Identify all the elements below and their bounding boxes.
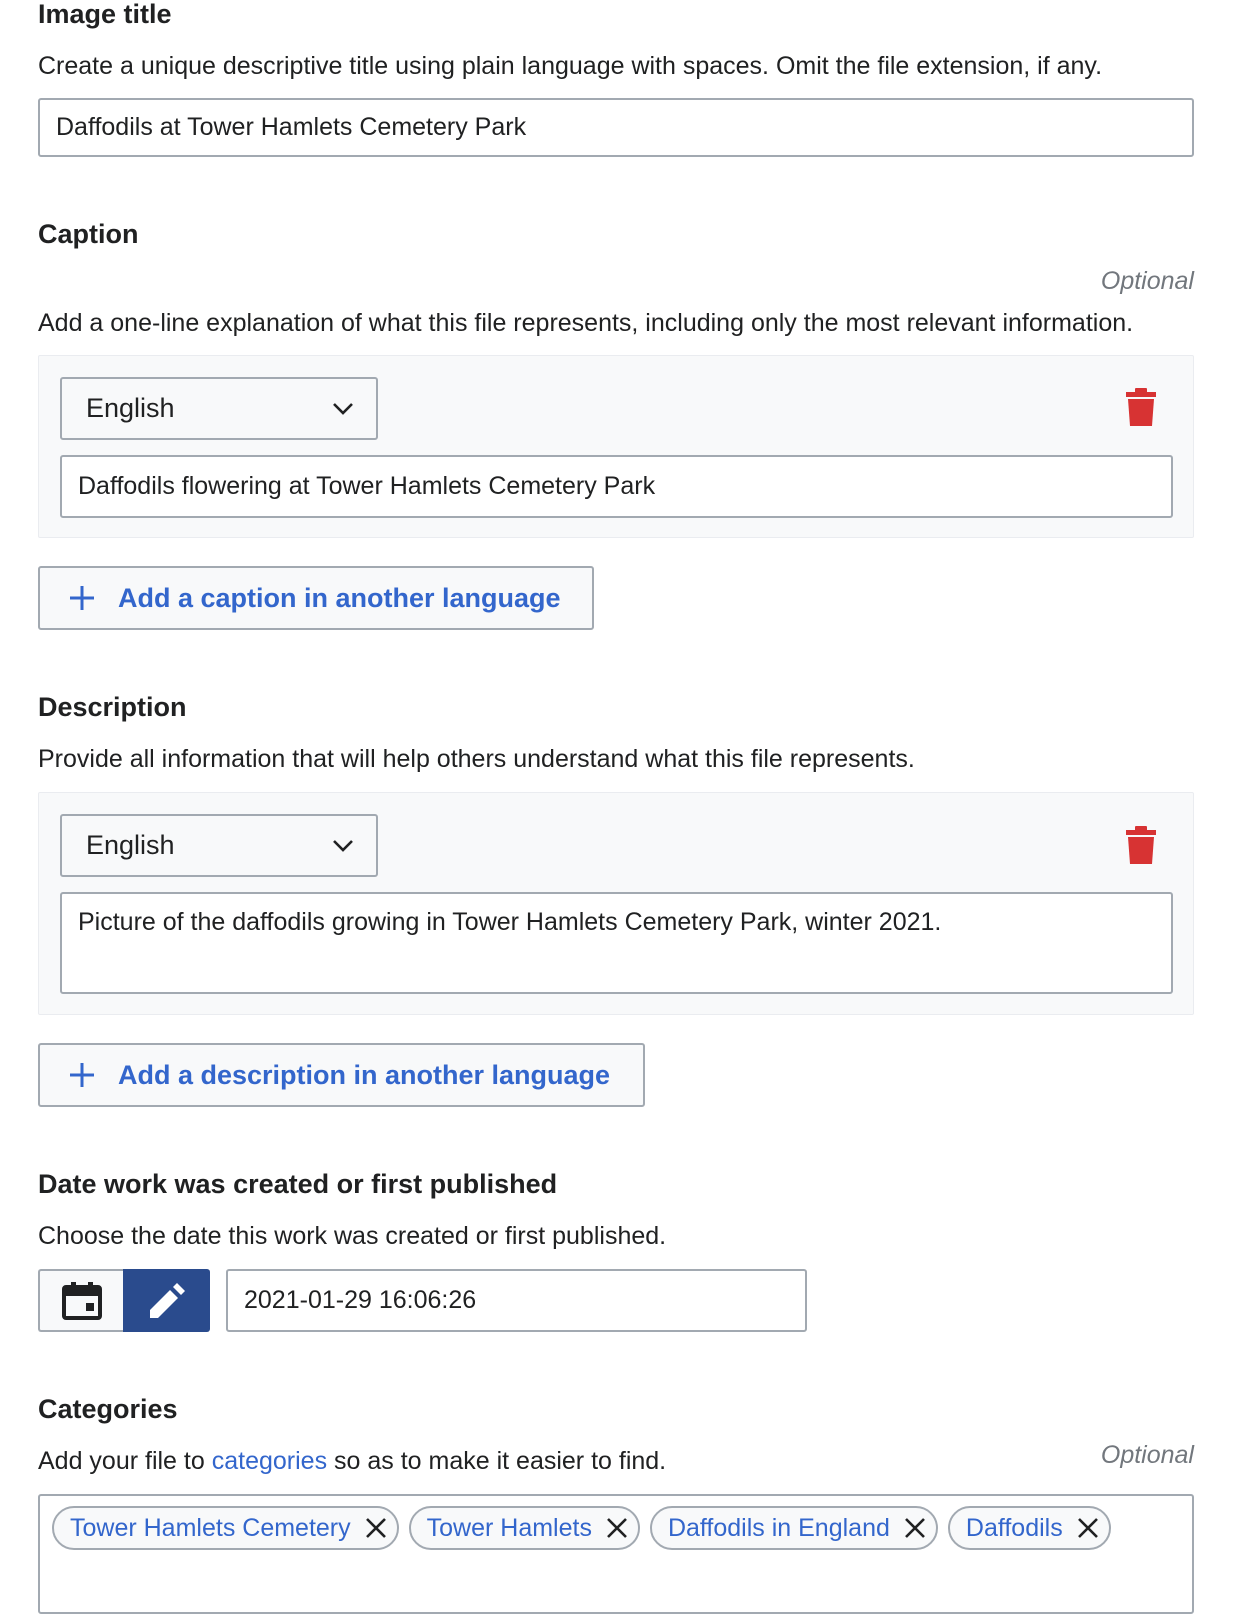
caption-heading: Caption bbox=[38, 219, 139, 249]
caption-language-value: English bbox=[86, 393, 175, 423]
date-input[interactable]: 2021-01-29 16:06:26 bbox=[226, 1269, 807, 1332]
image-title-heading: Image title bbox=[38, 0, 172, 29]
calendar-icon bbox=[62, 1281, 102, 1320]
category-tag[interactable]: Daffodils in England bbox=[649, 1506, 938, 1550]
category-tag-label: Daffodils bbox=[965, 1513, 1063, 1542]
image-title-help: Create a unique descriptive title using … bbox=[38, 52, 1103, 80]
add-description-label: Add a description in another language bbox=[118, 1059, 611, 1090]
categories-link[interactable]: categories bbox=[212, 1447, 327, 1475]
caption-delete-button[interactable] bbox=[1126, 388, 1156, 431]
chevron-down-icon bbox=[333, 402, 353, 415]
close-icon bbox=[904, 1518, 925, 1538]
caption-optional-label: Optional bbox=[1100, 267, 1194, 295]
category-tag[interactable]: Tower Hamlets Cemetery bbox=[52, 1506, 399, 1550]
category-tag-label: Daffodils in England bbox=[667, 1513, 890, 1542]
caption-language-select[interactable]: English bbox=[60, 377, 378, 440]
categories-help-prefix: Add your file to bbox=[38, 1447, 212, 1475]
pencil-icon bbox=[149, 1282, 185, 1318]
caption-panel: English Daffodils flowering at Tower Ham… bbox=[38, 355, 1194, 538]
text-mode-button[interactable] bbox=[123, 1269, 210, 1332]
description-value: Picture of the daffodils growing in Towe… bbox=[78, 908, 942, 936]
category-tag-label: Tower Hamlets Cemetery bbox=[70, 1513, 351, 1542]
categories-help: Add your file to categories so as to mak… bbox=[38, 1445, 666, 1477]
caption-help: Add a one-line explanation of what this … bbox=[38, 309, 1134, 337]
chevron-down-icon bbox=[333, 839, 353, 852]
category-tag-label: Tower Hamlets bbox=[426, 1513, 592, 1542]
remove-tag-button[interactable] bbox=[904, 1517, 926, 1539]
caption-input[interactable]: Daffodils flowering at Tower Hamlets Cem… bbox=[60, 455, 1173, 518]
description-help: Provide all information that will help o… bbox=[38, 745, 915, 773]
add-caption-label: Add a caption in another language bbox=[118, 582, 561, 613]
description-delete-button[interactable] bbox=[1126, 826, 1156, 869]
description-textarea[interactable]: Picture of the daffodils growing in Towe… bbox=[60, 892, 1173, 994]
image-title-input[interactable]: Daffodils at Tower Hamlets Cemetery Park bbox=[38, 98, 1194, 157]
categories-help-suffix: so as to make it easier to find. bbox=[327, 1447, 667, 1475]
close-icon bbox=[365, 1518, 386, 1538]
remove-tag-button[interactable] bbox=[1077, 1517, 1099, 1539]
description-language-select[interactable]: English bbox=[60, 814, 378, 877]
remove-tag-button[interactable] bbox=[606, 1517, 628, 1539]
plus-icon bbox=[70, 1063, 94, 1087]
categories-heading: Categories bbox=[38, 1394, 178, 1424]
trash-icon bbox=[1126, 388, 1156, 426]
category-tag[interactable]: Tower Hamlets bbox=[408, 1506, 640, 1550]
categories-input[interactable]: Tower Hamlets Cemetery Tower Hamlets Daf… bbox=[38, 1494, 1194, 1614]
date-value: 2021-01-29 16:06:26 bbox=[244, 1286, 477, 1314]
image-title-value: Daffodils at Tower Hamlets Cemetery Park bbox=[56, 113, 527, 141]
description-heading: Description bbox=[38, 692, 187, 722]
description-language-value: English bbox=[86, 830, 175, 860]
calendar-mode-button[interactable] bbox=[38, 1269, 124, 1332]
add-caption-button[interactable]: Add a caption in another language bbox=[38, 566, 594, 630]
date-help: Choose the date this work was created or… bbox=[38, 1222, 667, 1250]
close-icon bbox=[1077, 1518, 1098, 1538]
trash-icon bbox=[1126, 826, 1156, 864]
date-heading: Date work was created or first published bbox=[38, 1169, 558, 1199]
categories-optional-label: Optional bbox=[1100, 1441, 1194, 1469]
add-description-button[interactable]: Add a description in another language bbox=[38, 1043, 645, 1107]
caption-value: Daffodils flowering at Tower Hamlets Cem… bbox=[78, 472, 656, 500]
remove-tag-button[interactable] bbox=[365, 1517, 387, 1539]
category-tag[interactable]: Daffodils bbox=[947, 1506, 1111, 1550]
close-icon bbox=[607, 1518, 627, 1538]
description-panel: English Picture of the daffodils growing… bbox=[38, 792, 1194, 1015]
plus-icon bbox=[70, 586, 94, 610]
category-tag-list: Tower Hamlets Cemetery Tower Hamlets Daf… bbox=[52, 1506, 1111, 1550]
